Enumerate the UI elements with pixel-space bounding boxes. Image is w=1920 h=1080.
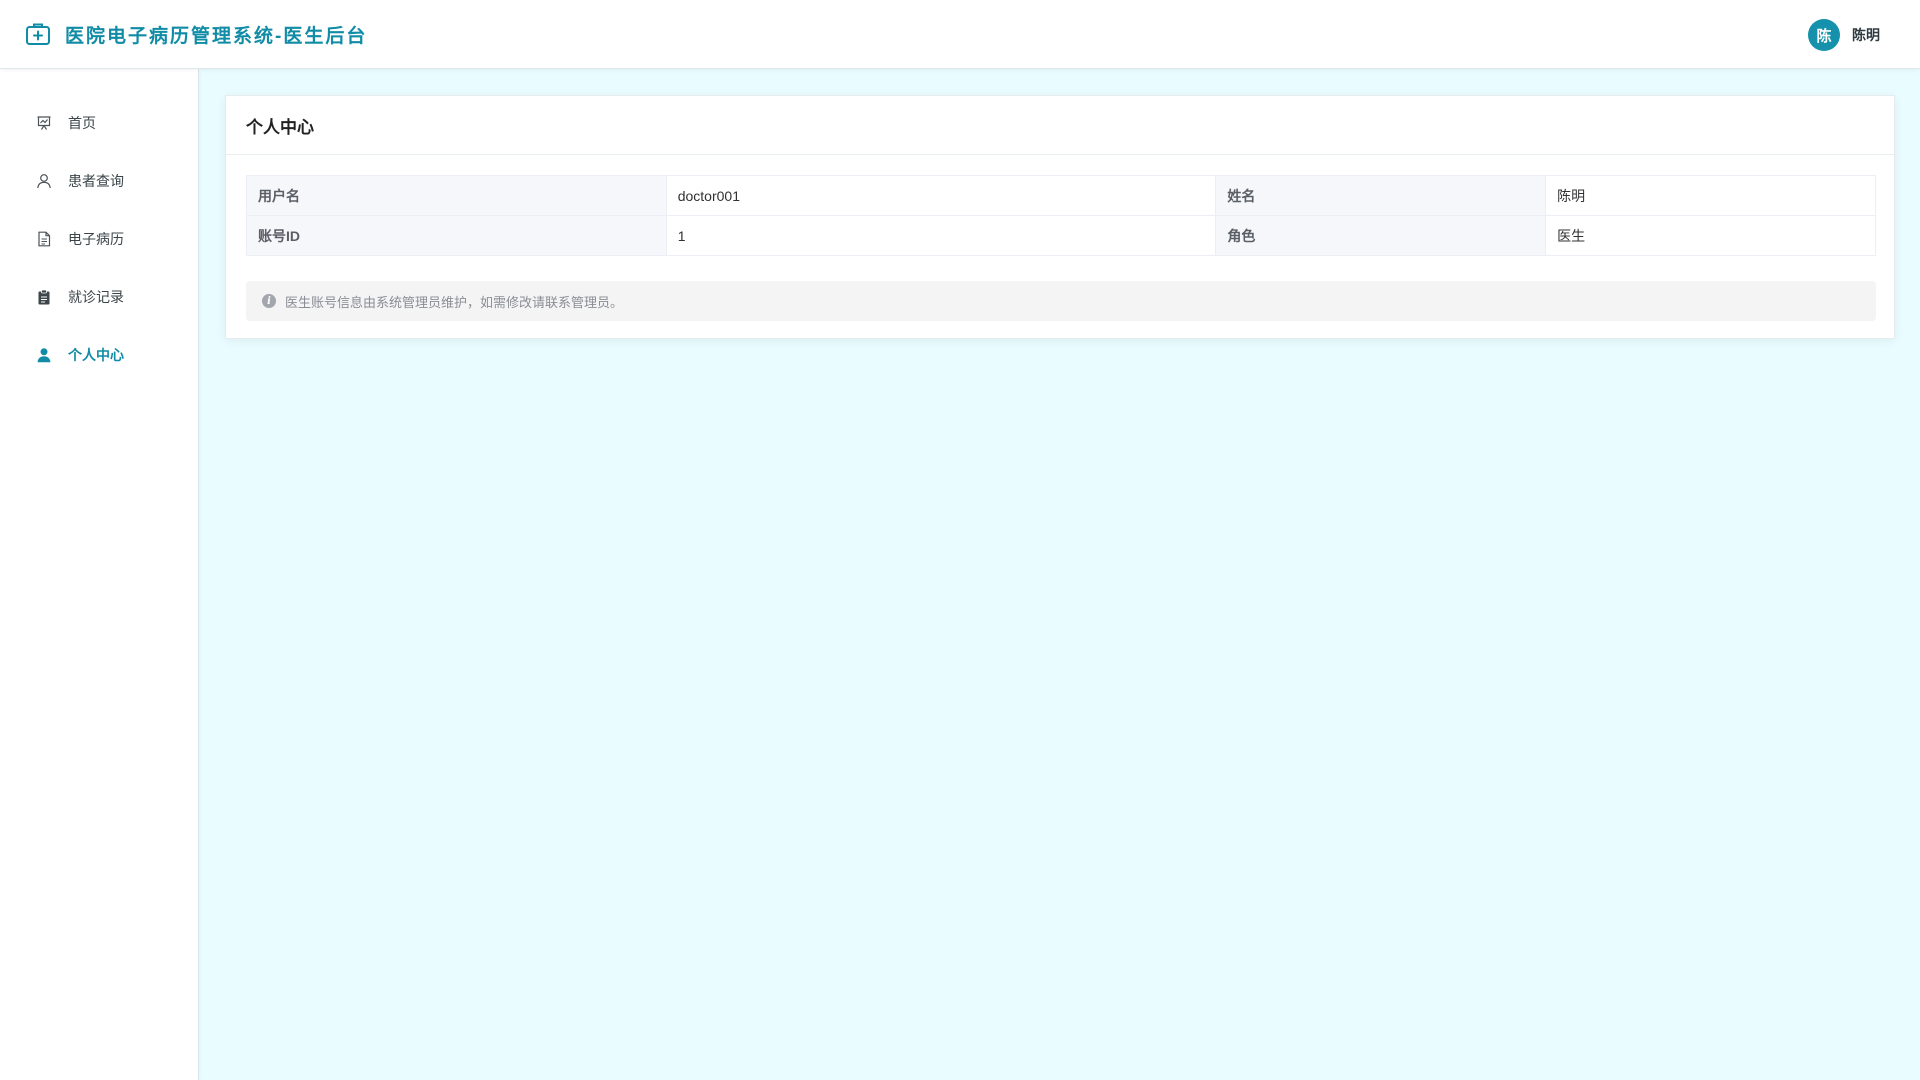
app-title: 医院电子病历管理系统-医生后台 xyxy=(65,25,368,47)
info-notice: i 医生账号信息由系统管理员维护，如需修改请联系管理员。 xyxy=(246,281,1876,321)
sidebar-item-emr[interactable]: 电子病历 xyxy=(0,210,198,268)
brand: 医院电子病历管理系统-医生后台 xyxy=(24,20,367,48)
card-body: 用户名 doctor001 姓名 陈明 账号ID 1 角色 医生 i 医生账号信… xyxy=(226,155,1894,321)
table-row: 用户名 doctor001 姓名 陈明 xyxy=(246,175,1876,216)
field-value-account-id: 1 xyxy=(665,215,1217,256)
sidebar-item-label: 首页 xyxy=(68,115,96,131)
card-header: 个人中心 xyxy=(226,96,1894,155)
user-menu[interactable]: 陈 陈明 xyxy=(1808,19,1880,51)
sidebar-item-patient-search[interactable]: 患者查询 xyxy=(0,152,198,210)
page-title: 个人中心 xyxy=(246,117,314,137)
clipboard-icon xyxy=(36,289,52,305)
user-name: 陈明 xyxy=(1852,27,1880,43)
field-label-role: 角色 xyxy=(1215,215,1547,256)
sidebar-item-label: 患者查询 xyxy=(68,173,124,189)
field-value-name: 陈明 xyxy=(1545,175,1876,216)
top-header: 医院电子病历管理系统-医生后台 陈 陈明 xyxy=(0,0,1920,69)
document-icon xyxy=(36,231,52,247)
user-filled-icon xyxy=(36,347,52,363)
sidebar: 首页 患者查询 电子病历 就诊记录 个人中心 xyxy=(0,69,199,1080)
field-label-username: 用户名 xyxy=(246,175,667,216)
table-row: 账号ID 1 角色 医生 xyxy=(246,215,1876,256)
profile-card: 个人中心 用户名 doctor001 姓名 陈明 账号ID 1 角色 医生 i … xyxy=(225,95,1895,339)
sidebar-item-home[interactable]: 首页 xyxy=(0,94,198,152)
notice-text: 医生账号信息由系统管理员维护，如需修改请联系管理员。 xyxy=(285,294,624,310)
field-value-username: doctor001 xyxy=(665,175,1217,216)
info-icon: i xyxy=(262,294,276,308)
field-value-role: 医生 xyxy=(1545,215,1876,256)
sidebar-item-label: 电子病历 xyxy=(68,231,124,247)
avatar: 陈 xyxy=(1808,19,1840,51)
sidebar-item-label: 就诊记录 xyxy=(68,289,124,305)
profile-descriptions: 用户名 doctor001 姓名 陈明 账号ID 1 角色 医生 xyxy=(246,175,1876,256)
user-icon xyxy=(36,173,52,189)
medical-kit-icon xyxy=(24,20,52,48)
sidebar-item-profile[interactable]: 个人中心 xyxy=(0,326,198,384)
sidebar-item-label: 个人中心 xyxy=(68,347,124,363)
sidebar-item-visit-records[interactable]: 就诊记录 xyxy=(0,268,198,326)
dashboard-icon xyxy=(36,115,52,131)
field-label-account-id: 账号ID xyxy=(246,215,667,256)
field-label-name: 姓名 xyxy=(1215,175,1547,216)
